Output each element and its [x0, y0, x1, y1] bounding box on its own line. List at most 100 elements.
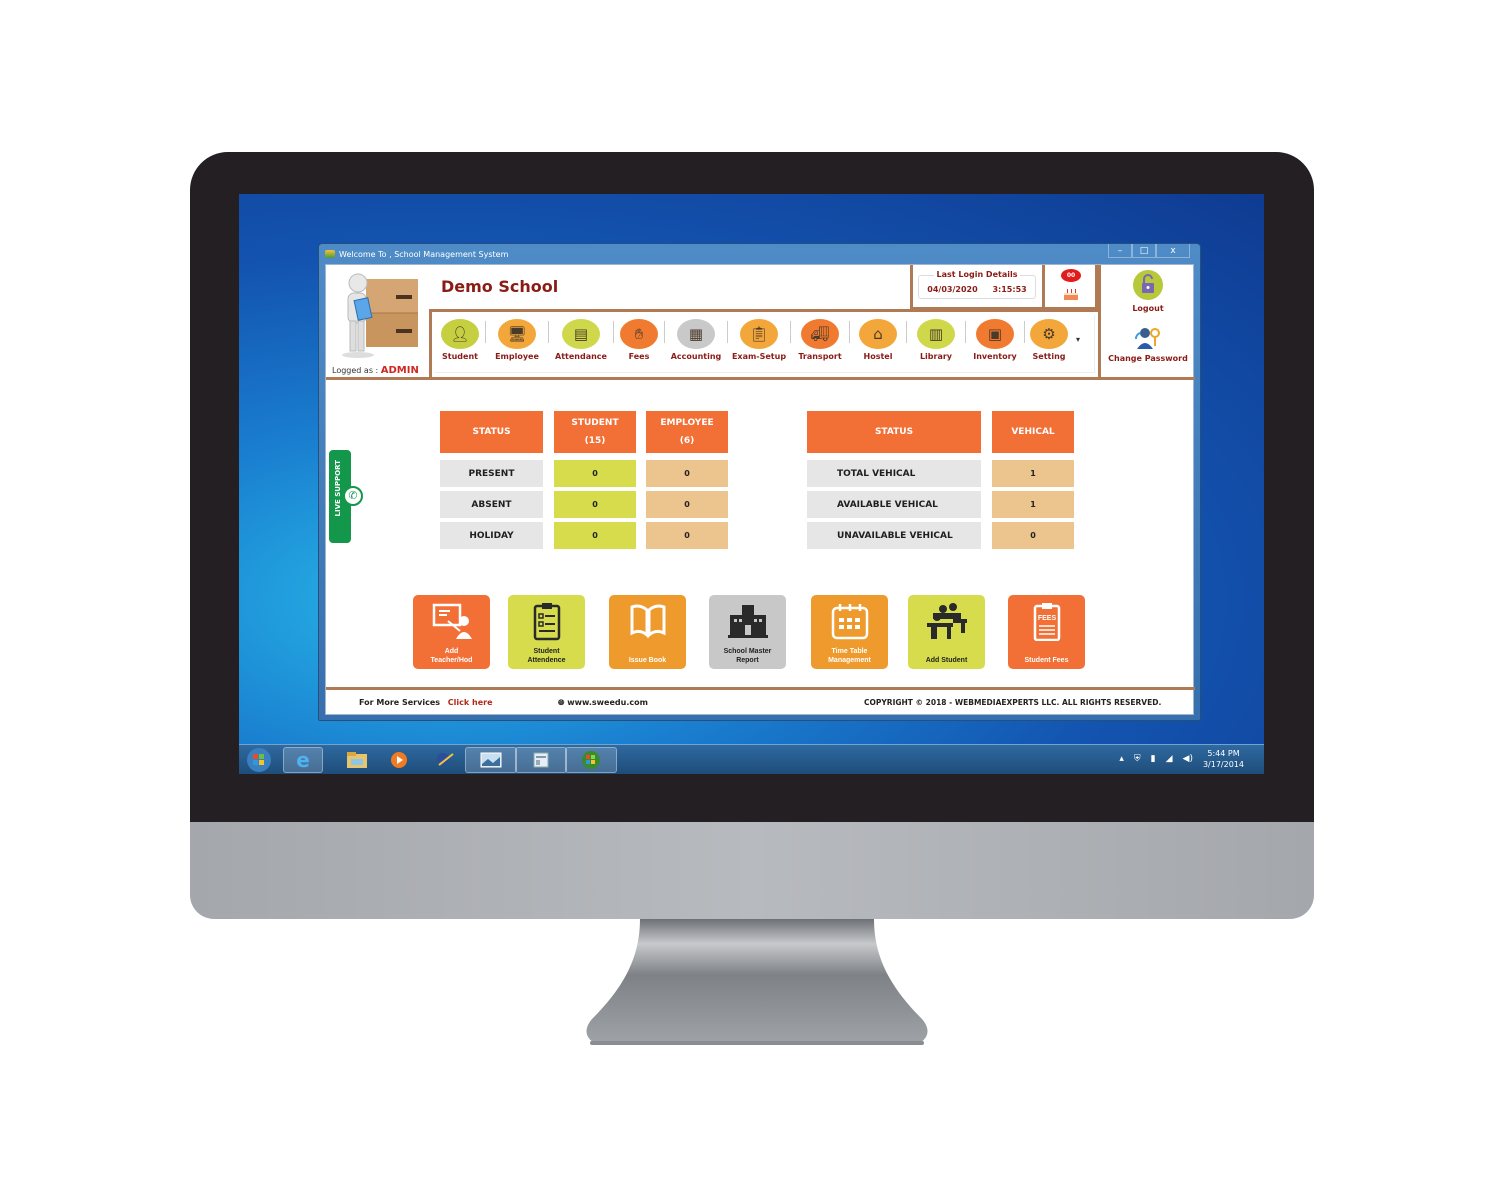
- desktop-screen: Welcome To , School Management System – …: [239, 194, 1264, 774]
- tile-label-line1: Issue Book: [628, 657, 667, 664]
- tile-student-fees[interactable]: FEES Student Fees: [1008, 595, 1085, 669]
- windows-app-icon[interactable]: [565, 747, 617, 773]
- attendance-icon: ▤: [562, 319, 600, 349]
- maximize-button[interactable]: □: [1132, 244, 1156, 258]
- nav-item-setting[interactable]: ⚙ Setting: [1025, 315, 1073, 371]
- system-clock[interactable]: 5:44 PM 3/17/2014: [1203, 748, 1244, 770]
- live-support-button[interactable]: LIVE SUPPORT ✆: [329, 450, 363, 543]
- fees-icon: ✋︎: [620, 319, 658, 349]
- network-icon[interactable]: ◢: [1166, 754, 1173, 764]
- attendance-header-student: STUDENT (15): [554, 411, 636, 453]
- nav-item-label: Student: [442, 352, 478, 361]
- photo-viewer-icon[interactable]: [465, 747, 517, 773]
- nav-item-library[interactable]: ▥ Library: [907, 315, 965, 371]
- start-button[interactable]: [239, 747, 279, 773]
- accounting-icon: ▦: [677, 319, 715, 349]
- click-here-link[interactable]: Click here: [448, 698, 493, 707]
- live-support-label: LIVE SUPPORT: [334, 460, 342, 517]
- student-absent-value: 0: [554, 491, 636, 518]
- total-vehicle-value: 1: [992, 460, 1074, 487]
- table-row-label: HOLIDAY: [440, 522, 543, 549]
- nav-item-student[interactable]: 👤︎ Student: [435, 315, 485, 371]
- birthday-panel[interactable]: 00: [1045, 265, 1098, 310]
- internet-explorer-icon[interactable]: e: [283, 747, 323, 773]
- nav-item-label: Accounting: [670, 352, 722, 361]
- nav-item-label: Fees: [628, 352, 650, 361]
- close-button[interactable]: x: [1156, 244, 1190, 258]
- tile-add-student[interactable]: Add Student: [908, 595, 985, 669]
- user-key-icon: [1135, 328, 1160, 349]
- available-vehicle-value: 1: [992, 491, 1074, 518]
- app-icon: [325, 250, 335, 258]
- nav-item-hostel[interactable]: ⌂ Hostel: [850, 315, 906, 371]
- unavailable-vehicle-value: 0: [992, 522, 1074, 549]
- window-app-icon[interactable]: [515, 747, 567, 773]
- nav-item-accounting[interactable]: ▦ Accounting: [665, 315, 727, 371]
- monitor-stand: [586, 919, 928, 1045]
- copyright-text: COPYRIGHT © 2018 - WEBMEDIAEXPERTS LLC. …: [864, 698, 1162, 707]
- employee-total-count: (6): [679, 436, 695, 446]
- tile-issue-book[interactable]: Issue Book: [609, 595, 686, 669]
- tile-student-attendence[interactable]: Student Attendence: [508, 595, 585, 669]
- tile-label-line2: Teacher/Hod: [430, 657, 473, 664]
- student-header-label: STUDENT: [571, 418, 619, 428]
- last-login-label: Last Login Details: [933, 270, 1021, 279]
- last-login-time: 3:15:53: [992, 285, 1027, 294]
- title-bar[interactable]: Welcome To , School Management System: [325, 244, 1194, 264]
- tray-expand-arrow[interactable]: ▴: [1119, 754, 1124, 764]
- vehicle-header-count: VEHICAL: [992, 411, 1074, 453]
- inventory-icon: ▣: [976, 319, 1014, 349]
- tile-label: Student Attendence: [527, 647, 565, 665]
- employee-icon: 🖥︎: [498, 319, 536, 349]
- module-nav: 👤︎ Student 🖥︎ Employee ▤ Attendance ✋︎ Fees ▦ Acc…: [429, 309, 1098, 377]
- student-total-count: (15): [584, 436, 606, 446]
- tile-label: Student Fees: [1025, 656, 1069, 665]
- nav-item-fees[interactable]: ✋︎ Fees: [614, 315, 664, 371]
- shield-icon[interactable]: ⛨: [1134, 754, 1141, 764]
- tile-label-line2: Attendence: [527, 657, 566, 664]
- volume-icon[interactable]: ◀︎): [1183, 754, 1193, 764]
- nav-item-label: Setting: [1032, 352, 1066, 361]
- logged-as-label: Logged as :: [332, 366, 379, 375]
- nav-more-dropdown[interactable]: ▾: [1076, 335, 1080, 344]
- tile-time-table-management[interactable]: Time Table Management: [811, 595, 888, 669]
- nav-item-inventory[interactable]: ▣ Inventory: [966, 315, 1024, 371]
- windows-start-orb-icon: [247, 748, 271, 772]
- globe-icon: 🌐︎: [558, 698, 565, 707]
- nav-item-employee[interactable]: 🖥︎ Employee: [486, 315, 548, 371]
- employee-holiday-value: 0: [646, 522, 728, 549]
- tile-school-master-report[interactable]: School Master Report: [709, 595, 786, 669]
- table-row-label: TOTAL VEHICAL: [807, 460, 981, 487]
- tile-label-line1: Student: [533, 648, 560, 655]
- student-present-value: 0: [554, 460, 636, 487]
- classroom-icon: [926, 603, 967, 639]
- employee-present-value: 0: [646, 460, 728, 487]
- birthday-count-badge: 00: [1061, 269, 1081, 282]
- tile-add-teacher-hod[interactable]: Add Teacher/Hod: [413, 595, 490, 669]
- nav-item-label: Library: [919, 352, 953, 361]
- logout-button[interactable]: Logout: [1101, 269, 1195, 313]
- tile-label: School Master Report: [724, 647, 772, 665]
- minimize-button[interactable]: –: [1108, 244, 1132, 258]
- header-divider: [326, 377, 1195, 380]
- system-tray: ▴ ⛨ ▮ ◢ ◀︎) 5:44 PM 3/17/2014: [1119, 748, 1244, 770]
- teacher-board-icon: [432, 603, 472, 639]
- battery-icon[interactable]: ▮: [1151, 754, 1156, 764]
- change-password-button[interactable]: Change Password: [1101, 325, 1195, 363]
- paint-app-icon[interactable]: [419, 747, 471, 773]
- nav-item-transport[interactable]: 🚚︎ Transport: [791, 315, 849, 371]
- nav-item-label: Transport: [798, 352, 842, 361]
- birthday-cake-icon: [1064, 289, 1078, 300]
- tile-label-line1: School Master: [723, 648, 772, 655]
- tile-label-line1: Student Fees: [1024, 657, 1069, 664]
- nav-item-attendance[interactable]: ▤ Attendance: [549, 315, 613, 371]
- media-player-icon[interactable]: [373, 747, 425, 773]
- tile-label-line1: Time Table: [831, 648, 868, 655]
- nav-item-label: Employee: [495, 352, 539, 361]
- website-link[interactable]: 🌐︎ www.sweedu.com: [558, 698, 648, 708]
- open-book-icon: [630, 604, 665, 639]
- tile-label: Add Teacher/Hod: [431, 647, 473, 665]
- clipboard-checklist-icon: [533, 603, 560, 641]
- lock-icon: [1133, 270, 1163, 300]
- nav-item-exam-setup[interactable]: 📋︎ Exam-Setup: [728, 315, 790, 371]
